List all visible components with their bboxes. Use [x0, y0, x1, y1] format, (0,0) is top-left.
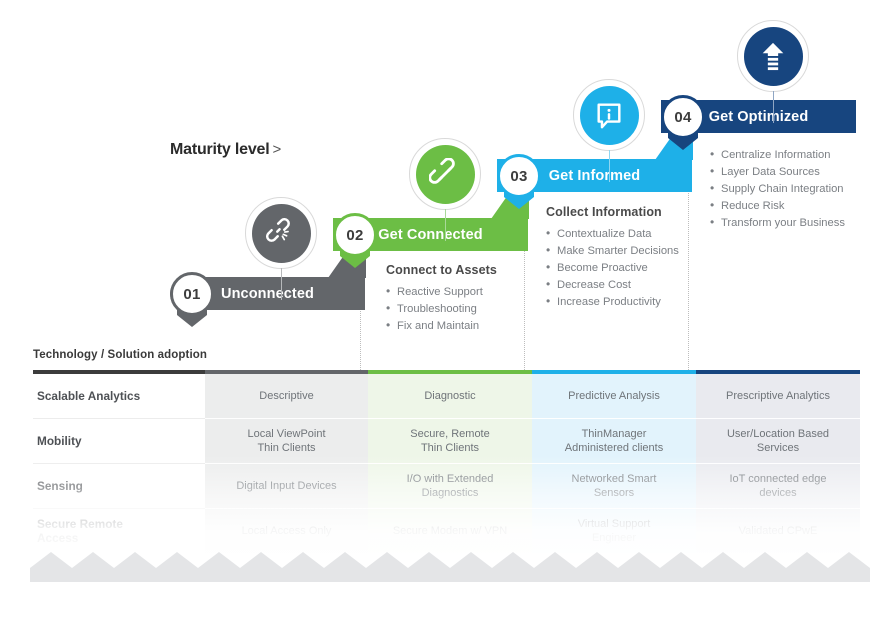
list-item: Become Proactive — [546, 259, 679, 277]
table-cell: ThinManager Administered clients — [532, 419, 696, 464]
table-cell: Digital Input Devices — [205, 464, 368, 509]
stage-04-title: Get Optimized — [708, 108, 809, 125]
badge-circle: 03 — [497, 154, 541, 198]
stage-02-title: Get Connected — [378, 226, 483, 243]
medallion-disc — [251, 203, 311, 263]
stage-01-number-badge: 01 — [170, 272, 214, 327]
torn-edge-decoration — [30, 552, 870, 582]
stage-01-title: Unconnected — [221, 285, 314, 302]
medallion-ring — [573, 79, 645, 151]
table-cell: Secure, Remote Thin Clients — [368, 419, 532, 464]
stage-04-icon-medallion — [737, 20, 809, 123]
table-cell: Secure Modem w/ VPN — [368, 509, 532, 554]
table-cell: IoT connected edge devices — [696, 464, 860, 509]
table-cell: Validated CPwE — [696, 509, 860, 554]
table-cell: Networked Smart Sensors — [532, 464, 696, 509]
stage-03-detail-block: Collect Information Contextualize Data M… — [546, 205, 679, 311]
stage-02-number-badge: 02 — [333, 213, 377, 268]
zigzag-icon — [30, 552, 870, 582]
table-cell: Virtual Support Engineer — [532, 509, 696, 554]
infographic-canvas: Maturity level > Unconnected 01 Get Conn… — [0, 0, 893, 618]
stage-04-number: 04 — [674, 108, 692, 126]
list-item: Transform your Business — [710, 214, 845, 232]
list-item: Increase Productivity — [546, 293, 679, 311]
stage-01-number: 01 — [183, 285, 201, 303]
medallion-ring — [409, 138, 481, 210]
stage-03-title: Get Informed — [548, 167, 641, 184]
chevron-right-icon: > — [272, 141, 282, 158]
medallion-ring — [245, 197, 317, 269]
list-item: Supply Chain Integration — [710, 180, 845, 198]
stage-03-detail-list: Contextualize Data Make Smarter Decision… — [546, 225, 679, 311]
row-label: Scalable Analytics — [33, 374, 205, 419]
list-item: Reduce Risk — [710, 197, 845, 215]
stage-04-detail-block: Centralize Information Layer Data Source… — [710, 146, 845, 232]
table-cell: Predictive Analysis — [532, 374, 696, 419]
stage-02-detail-block: Connect to Assets Reactive Support Troub… — [386, 263, 497, 335]
medallion-stem — [444, 209, 446, 241]
chain-link-icon — [429, 158, 455, 184]
table-row: Mobility Local ViewPoint Thin Clients Sec… — [33, 419, 860, 464]
row-label: Mobility — [33, 419, 205, 464]
info-bubble-icon — [597, 103, 621, 129]
stage-02-detail-heading: Connect to Assets — [386, 263, 497, 277]
table-row: Scalable Analytics Descriptive Diagnosti… — [33, 374, 860, 419]
table-cell: Descriptive — [205, 374, 368, 419]
table-cell: I/O with Extended Diagnostics — [368, 464, 532, 509]
stage-02-detail-list: Reactive Support Troubleshooting Fix and… — [386, 283, 497, 335]
medallion-disc — [579, 85, 639, 145]
table-row: Secure Remote Access Local Access Only Se… — [33, 509, 860, 554]
stage-03-icon-medallion — [573, 79, 645, 182]
badge-circle: 04 — [661, 95, 705, 139]
list-item: Layer Data Sources — [710, 163, 845, 181]
medallion-stem — [280, 268, 282, 300]
stage-04-number-badge: 04 — [661, 95, 705, 150]
table-cell: Prescriptive Analytics — [696, 374, 860, 419]
upward-arrow-icon — [762, 42, 784, 71]
stage-04-detail-list: Centralize Information Layer Data Source… — [710, 146, 845, 232]
badge-circle: 01 — [170, 272, 214, 316]
list-item: Contextualize Data — [546, 225, 679, 243]
stage-01-icon-medallion — [245, 197, 317, 300]
table-row: Sensing Digital Input Devices I/O with E… — [33, 464, 860, 509]
table-caption: Technology / Solution adoption — [33, 349, 207, 361]
broken-chain-link-icon — [266, 218, 290, 242]
row-label: Secure Remote Access — [33, 509, 205, 554]
list-item: Centralize Information — [710, 146, 845, 164]
table-cell: User/Location Based Services — [696, 419, 860, 464]
medallion-stem — [608, 150, 610, 182]
list-item: Fix and Maintain — [386, 317, 497, 335]
stage-02-icon-medallion — [409, 138, 481, 241]
table-cell: Local ViewPoint Thin Clients — [205, 419, 368, 464]
maturity-level-text: Maturity level — [170, 141, 270, 158]
table-cell: Diagnostic — [368, 374, 532, 419]
list-item: Troubleshooting — [386, 300, 497, 318]
badge-circle: 02 — [333, 213, 377, 257]
table-cell: Local Access Only — [205, 509, 368, 554]
list-item: Reactive Support — [386, 283, 497, 301]
medallion-stem — [772, 91, 774, 123]
stage-03-number-badge: 03 — [497, 154, 541, 209]
medallion-disc — [415, 144, 475, 204]
stage-03-number: 03 — [510, 167, 528, 185]
list-item: Decrease Cost — [546, 276, 679, 294]
medallion-ring — [737, 20, 809, 92]
medallion-disc — [743, 26, 803, 86]
technology-adoption-table: Scalable Analytics Descriptive Diagnosti… — [33, 370, 860, 554]
maturity-level-label: Maturity level > — [170, 141, 281, 159]
row-label: Sensing — [33, 464, 205, 509]
stage-03-detail-heading: Collect Information — [546, 205, 662, 219]
stage-02-number: 02 — [346, 226, 364, 244]
list-item: Make Smarter Decisions — [546, 242, 679, 260]
